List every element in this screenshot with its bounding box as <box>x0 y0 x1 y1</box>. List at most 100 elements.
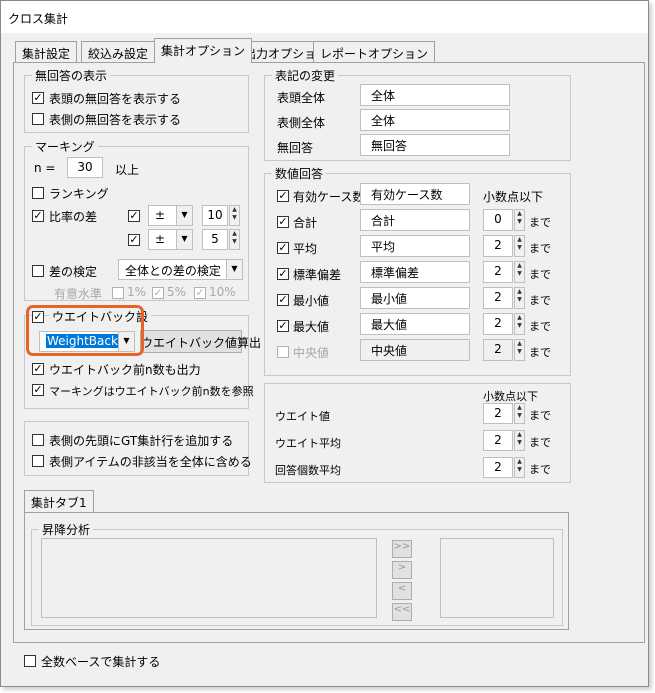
diff-test-checkbox[interactable] <box>32 265 44 277</box>
calc-weight-button[interactable]: ウエイトバック値算出 <box>140 330 261 353</box>
non-applicable-checkbox[interactable] <box>32 455 44 467</box>
numeric-median-checkbox[interactable] <box>277 346 289 358</box>
numeric-sum-input[interactable]: 合計 <box>360 209 470 231</box>
tab-aggregation-1[interactable]: 集計タブ1 <box>24 490 94 512</box>
show-side-no-answer-label: 表側の無回答を表示する <box>49 113 182 127</box>
weight-decimals-header: 小数点以下 <box>483 390 538 403</box>
show-side-no-answer-checkbox[interactable] <box>32 113 44 125</box>
gt-row-checkbox[interactable] <box>32 434 44 446</box>
numeric-max-checkbox[interactable]: ✓ <box>277 320 289 332</box>
weight-mean-decimals[interactable]: 2 <box>483 430 513 451</box>
spin-icon[interactable]: ▲ ▼ <box>514 457 525 478</box>
numeric-group: 数値回答 小数点以下 ✓ 有効ケース数 有効ケース数 ✓ 合計 合計 0 ▲ ▼ … <box>264 165 571 376</box>
numeric-stddev-made: まで <box>529 268 551 281</box>
tab-report-options[interactable]: レポートオプション <box>313 41 436 63</box>
ratio-diff-1-checkbox[interactable]: ✓ <box>128 210 140 222</box>
spin-icon[interactable]: ▲ ▼ <box>514 430 525 451</box>
cross-tab-window: クロス集計 集計設定 絞込み設定 集計オプション 出力オプション レポートオプシ… <box>0 0 649 687</box>
tab-aggregation-settings[interactable]: 集計設定 <box>15 41 78 63</box>
ratio-diff-2-input[interactable]: 5 <box>202 229 228 250</box>
weightback-select[interactable]: WeightBack ▼ <box>39 331 135 352</box>
sign-2-value: ± <box>155 232 166 246</box>
numeric-mean-checkbox[interactable]: ✓ <box>277 242 289 254</box>
sign-1-value: ± <box>155 208 166 222</box>
numeric-max-decimals[interactable]: 2 <box>483 313 513 335</box>
notation-no-answer-input[interactable]: 無回答 <box>360 134 510 156</box>
spin-icon[interactable]: ▲ ▼ <box>514 403 525 424</box>
numeric-median-made: まで <box>529 346 551 359</box>
numeric-median-input[interactable]: 中央値 <box>360 339 470 361</box>
numeric-mean-decimals[interactable]: 2 <box>483 235 513 257</box>
n-threshold-input[interactable]: 30 <box>67 157 103 178</box>
ratio-diff-label: 比率の差 <box>49 210 98 224</box>
numeric-min-label: 最小値 <box>293 294 330 308</box>
spin-icon[interactable]: ▲ ▼ <box>514 209 525 231</box>
numeric-min-checkbox[interactable]: ✓ <box>277 294 289 306</box>
ratio-diff-1-input[interactable]: 10 <box>202 205 228 226</box>
ascending-source-list[interactable] <box>41 538 377 618</box>
numeric-sum-checkbox[interactable]: ✓ <box>277 216 289 228</box>
window-title: クロス集計 <box>8 12 69 26</box>
numeric-sum-made: まで <box>529 216 551 229</box>
n-label: n = <box>34 161 56 175</box>
diff-test-select[interactable]: 全体との差の検定 ▼ <box>118 259 243 280</box>
weightback-value: WeightBack <box>46 334 119 348</box>
move-right-button[interactable]: > <box>392 561 412 579</box>
numeric-max-input[interactable]: 最大値 <box>360 313 470 335</box>
numeric-min-input[interactable]: 最小値 <box>360 287 470 309</box>
ascending-target-list[interactable] <box>440 538 554 618</box>
no-answer-title: 無回答の表示 <box>32 67 111 84</box>
marking-group: マーキング n = 30 以上 ランキング ✓ 比率の差 ✓ ± ▼ 10 ▲ ▼… <box>24 138 249 301</box>
tab-aggregation-options[interactable]: 集計オプション <box>154 38 253 63</box>
numeric-stddev-input[interactable]: 標準偏差 <box>360 261 470 283</box>
numeric-median-decimals[interactable]: 2 <box>483 339 513 361</box>
ratio-diff-1-sign-select[interactable]: ± ▼ <box>148 205 193 226</box>
all-base-checkbox[interactable] <box>24 655 36 667</box>
notation-head-label: 表頭全体 <box>277 91 326 105</box>
numeric-min-decimals[interactable]: 2 <box>483 287 513 309</box>
show-head-no-answer-checkbox[interactable]: ✓ <box>32 92 44 104</box>
gt-row-label: 表側の先頭にGT集計行を追加する <box>49 434 234 448</box>
numeric-valid-cases-checkbox[interactable]: ✓ <box>277 190 289 202</box>
ranking-checkbox[interactable] <box>32 187 44 199</box>
chevron-down-icon[interactable]: ▼ <box>176 230 192 249</box>
spin-icon[interactable]: ▲ ▼ <box>514 339 525 361</box>
weight-value-decimals[interactable]: 2 <box>483 403 513 424</box>
ratio-diff-2-sign-select[interactable]: ± ▼ <box>148 229 193 250</box>
numeric-stddev-checkbox[interactable]: ✓ <box>277 268 289 280</box>
sig-1-checkbox[interactable] <box>112 287 124 299</box>
spin-1-icon[interactable]: ▲ ▼ <box>229 205 240 226</box>
tab-filter-settings[interactable]: 絞込み設定 <box>81 41 156 63</box>
chevron-down-icon[interactable]: ▼ <box>226 260 242 279</box>
notation-head-input[interactable]: 全体 <box>360 84 510 106</box>
answer-count-mean-decimals[interactable]: 2 <box>483 457 513 478</box>
ascending-title: 昇降分析 <box>39 521 94 538</box>
numeric-valid-cases-input[interactable]: 有効ケース数 <box>360 183 470 205</box>
sig-10-checkbox[interactable]: ✓ <box>194 287 206 299</box>
move-left-button[interactable]: < <box>392 582 412 600</box>
weight-decimals-group: 小数点以下 ウエイト値 2 ▲ ▼ まで ウエイト平均 2 ▲ ▼ まで 回答個数平… <box>264 383 571 483</box>
marking-before-n-checkbox[interactable]: ✓ <box>32 384 44 396</box>
spin-icon[interactable]: ▲ ▼ <box>514 261 525 283</box>
notation-side-input[interactable]: 全体 <box>360 109 510 131</box>
weight-value-label: ウエイト値 <box>275 410 330 423</box>
numeric-sum-decimals[interactable]: 0 <box>483 209 513 231</box>
move-all-left-button[interactable]: << <box>392 603 412 621</box>
ratio-diff-checkbox[interactable]: ✓ <box>32 210 44 222</box>
weightback-checkbox[interactable]: ✓ <box>32 311 44 323</box>
numeric-mean-input[interactable]: 平均 <box>360 235 470 257</box>
spin-icon[interactable]: ▲ ▼ <box>514 235 525 257</box>
numeric-min-made: まで <box>529 294 551 307</box>
weight-before-n-checkbox[interactable]: ✓ <box>32 363 44 375</box>
chevron-down-icon[interactable]: ▼ <box>176 206 192 225</box>
ratio-diff-2-checkbox[interactable]: ✓ <box>128 234 140 246</box>
move-all-right-button[interactable]: >> <box>392 540 412 558</box>
non-applicable-label: 表側アイテムの非該当を全体に含める <box>49 455 252 469</box>
spin-icon[interactable]: ▲ ▼ <box>514 287 525 309</box>
chevron-down-icon[interactable]: ▼ <box>118 332 134 351</box>
sig-5-checkbox[interactable]: ✓ <box>152 287 164 299</box>
numeric-stddev-decimals[interactable]: 2 <box>483 261 513 283</box>
notation-no-answer-label: 無回答 <box>277 141 314 155</box>
spin-icon[interactable]: ▲ ▼ <box>514 313 525 335</box>
spin-2-icon[interactable]: ▲ ▼ <box>229 229 240 250</box>
